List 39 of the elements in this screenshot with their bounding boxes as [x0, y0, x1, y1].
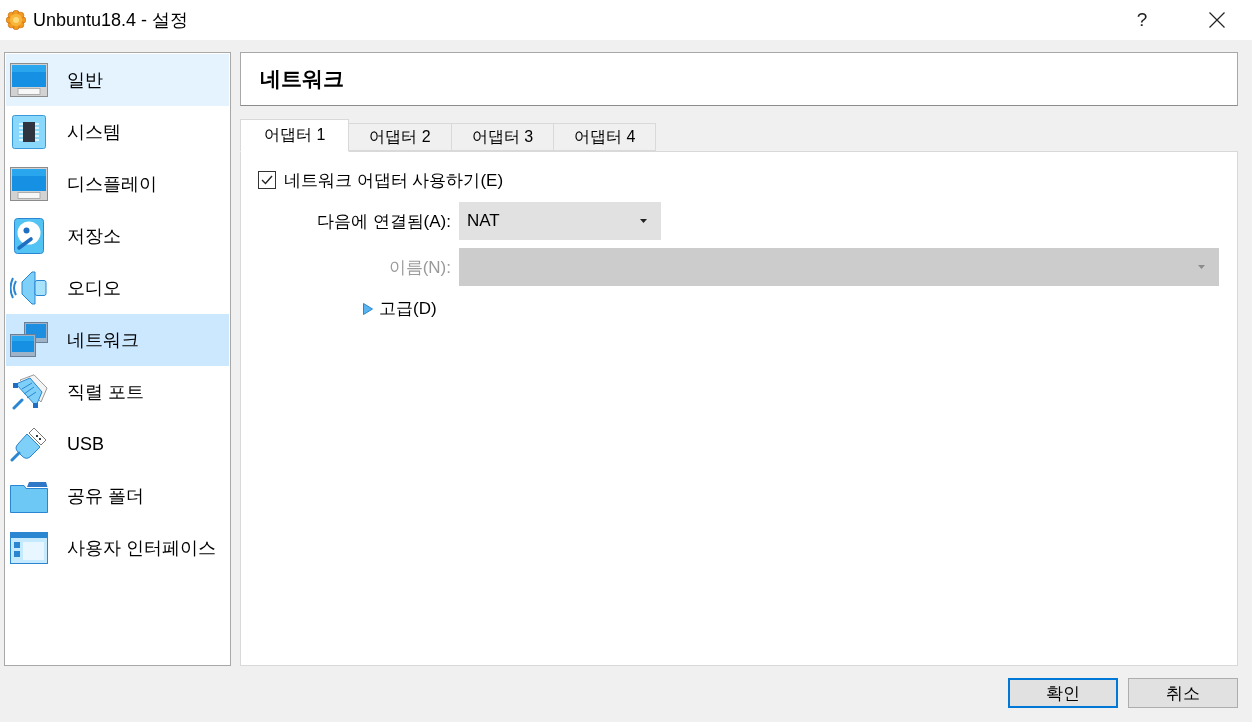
- tab[interactable]: 어댑터 3: [450, 123, 555, 151]
- window-icon: [10, 530, 48, 566]
- sidebar-item[interactable]: 오디오: [6, 262, 229, 314]
- tab[interactable]: 어댑터 2: [348, 123, 452, 151]
- page-title: 네트워크: [260, 66, 344, 92]
- monitor-icon: [10, 166, 48, 202]
- sidebar-item[interactable]: 네트워크: [6, 314, 229, 366]
- caret-icon: [1198, 265, 1205, 269]
- sidebar-item[interactable]: 직렬 포트: [6, 366, 229, 418]
- dialog-button[interactable]: 확인: [1008, 678, 1118, 708]
- dialog-button[interactable]: 취소: [1128, 678, 1238, 708]
- gear-icon: [6, 10, 26, 30]
- speaker-icon: [10, 270, 48, 306]
- sidebar-item[interactable]: 일반: [6, 54, 229, 106]
- advanced-toggle[interactable]: 고급(D): [379, 297, 437, 320]
- expand-triangle-icon[interactable]: [363, 302, 373, 315]
- help-button[interactable]: ?: [1119, 0, 1165, 40]
- usb-plug-icon: [10, 426, 48, 462]
- tab[interactable]: 어댑터 1: [240, 119, 350, 152]
- window-title: Unbuntu18.4 - 설정: [33, 9, 190, 32]
- sidebar-item[interactable]: 사용자 인터페이스: [6, 522, 229, 574]
- connector-icon: [10, 374, 48, 410]
- monitor-icon: [10, 62, 48, 98]
- sidebar-item[interactable]: 공유 폴더: [6, 470, 229, 522]
- two-monitors-icon: [10, 322, 48, 358]
- checkbox[interactable]: [258, 171, 276, 189]
- checkmark-icon: [261, 175, 273, 185]
- field-label: 다음에 연결됨(A):: [316, 210, 451, 233]
- close-icon: [1209, 12, 1225, 28]
- sidebar-item[interactable]: USB: [6, 418, 229, 470]
- sidebar-item[interactable]: 저장소: [6, 210, 229, 262]
- sidebar-item[interactable]: 디스플레이: [6, 158, 229, 210]
- checkbox-label[interactable]: 네트워크 어댑터 사용하기(E): [284, 168, 504, 192]
- sidebar-item[interactable]: 시스템: [6, 106, 229, 158]
- attached-to-dropdown[interactable]: NAT: [459, 202, 661, 240]
- caret-icon: [640, 219, 647, 223]
- tab[interactable]: 어댑터 4: [553, 123, 657, 151]
- chip-icon: [10, 114, 48, 150]
- field-label: 이름(N):: [388, 256, 451, 279]
